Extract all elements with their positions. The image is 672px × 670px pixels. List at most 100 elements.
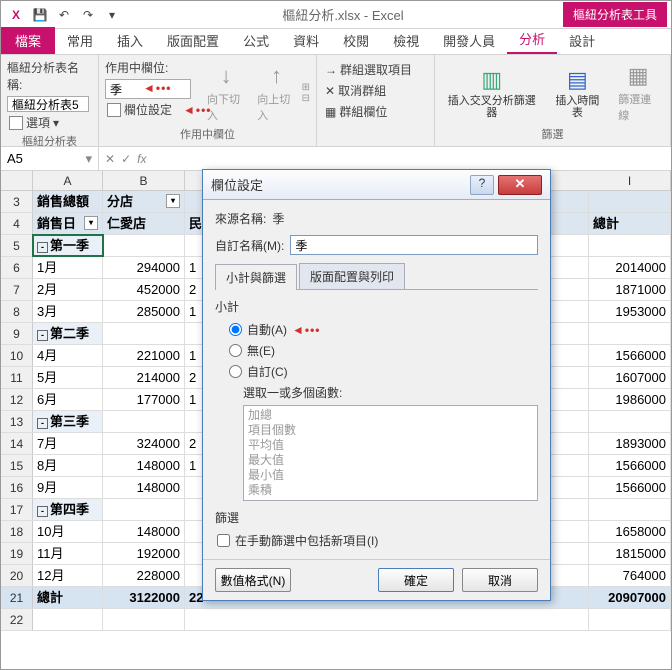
table-row[interactable]: 22 [1, 609, 671, 631]
cell[interactable]: 1658000 [589, 521, 671, 542]
tab-review[interactable]: 校閱 [331, 27, 381, 54]
redo-icon[interactable]: ↷ [77, 4, 99, 26]
cell[interactable]: 1986000 [589, 389, 671, 410]
cell[interactable]: 分店▾ [103, 191, 185, 212]
cell[interactable]: 764000 [589, 565, 671, 586]
cell[interactable]: 8月 [33, 455, 103, 476]
cell[interactable]: 10月 [33, 521, 103, 542]
cell[interactable] [103, 323, 185, 344]
cell[interactable]: 1607000 [589, 367, 671, 388]
row-header[interactable]: 18 [1, 521, 33, 542]
tab-subtotals-filters[interactable]: 小計與篩選 [215, 264, 297, 290]
undo-icon[interactable]: ↶ [53, 4, 75, 26]
cell[interactable]: 452000 [103, 279, 185, 300]
cell[interactable] [589, 411, 671, 432]
save-icon[interactable]: 💾 [29, 4, 51, 26]
row-header[interactable]: 21 [1, 587, 33, 608]
col-header-B[interactable]: B [103, 171, 185, 190]
cell[interactable]: 294000 [103, 257, 185, 278]
row-header[interactable]: 22 [1, 609, 33, 630]
cell[interactable] [103, 411, 185, 432]
row-header[interactable]: 16 [1, 477, 33, 498]
row-header[interactable]: 19 [1, 543, 33, 564]
collapse-icon[interactable]: ⊟ [302, 93, 310, 104]
select-all-corner[interactable] [1, 171, 33, 190]
cell[interactable]: 228000 [103, 565, 185, 586]
row-header[interactable]: 6 [1, 257, 33, 278]
cell[interactable]: 214000 [103, 367, 185, 388]
tab-home[interactable]: 常用 [55, 27, 105, 54]
radio-auto[interactable]: 自動(A)◄••• [229, 321, 538, 338]
cell[interactable]: 3122000 [103, 587, 185, 608]
row-header[interactable]: 10 [1, 345, 33, 366]
cell[interactable]: -第二季 [33, 323, 103, 344]
row-header[interactable]: 8 [1, 301, 33, 322]
dialog-help-button[interactable]: ? [470, 175, 494, 195]
tab-view[interactable]: 檢視 [381, 27, 431, 54]
cell[interactable]: 1566000 [589, 477, 671, 498]
cell[interactable] [589, 499, 671, 520]
cell[interactable] [589, 323, 671, 344]
row-header[interactable]: 3 [1, 191, 33, 212]
tab-analyze[interactable]: 分析 [507, 25, 557, 54]
row-header[interactable]: 17 [1, 499, 33, 520]
group-field-button[interactable]: ▦ 群組欄位 [323, 101, 428, 122]
cell[interactable]: 4月 [33, 345, 103, 366]
col-header-A[interactable]: A [33, 171, 103, 190]
radio-none[interactable]: 無(E) [229, 342, 538, 359]
custom-name-input[interactable] [290, 235, 538, 255]
row-header[interactable]: 13 [1, 411, 33, 432]
tab-formula[interactable]: 公式 [231, 27, 281, 54]
cell[interactable]: 148000 [103, 455, 185, 476]
cell[interactable]: -第三季 [33, 411, 103, 432]
cell[interactable]: -第四季 [33, 499, 103, 520]
cell[interactable] [33, 609, 103, 630]
cell[interactable]: 324000 [103, 433, 185, 454]
cell[interactable]: 177000 [103, 389, 185, 410]
cell[interactable]: 銷售日▾ [33, 213, 103, 234]
cell[interactable]: 148000 [103, 477, 185, 498]
cell[interactable]: 1566000 [589, 455, 671, 476]
expand-icon[interactable]: ⊞ [302, 82, 310, 93]
radio-custom[interactable]: 自訂(C) [229, 363, 538, 380]
dialog-title-bar[interactable]: 欄位設定 ? ✕ [203, 170, 550, 200]
filter-dropdown[interactable]: ▾ [166, 194, 180, 208]
cell[interactable]: 12月 [33, 565, 103, 586]
cell[interactable]: 2月 [33, 279, 103, 300]
cell[interactable]: 仁愛店 [103, 213, 185, 234]
row-header[interactable]: 9 [1, 323, 33, 344]
outline-toggle[interactable]: - [37, 330, 48, 341]
row-header[interactable]: 14 [1, 433, 33, 454]
cell[interactable]: 2014000 [589, 257, 671, 278]
row-header[interactable]: 4 [1, 213, 33, 234]
outline-toggle[interactable]: - [37, 242, 48, 253]
name-box[interactable]: A5▾ [1, 147, 99, 170]
field-settings-button[interactable]: 欄位設定◄••• [105, 99, 201, 120]
cell[interactable]: 1871000 [589, 279, 671, 300]
cell[interactable]: 192000 [103, 543, 185, 564]
cancel-formula-icon[interactable]: ✕ [105, 152, 115, 166]
cell[interactable]: 20907000 [589, 587, 671, 608]
cell[interactable]: 6月 [33, 389, 103, 410]
number-format-button[interactable]: 數值格式(N) [215, 568, 291, 592]
cell[interactable]: 221000 [103, 345, 185, 366]
row-header[interactable]: 11 [1, 367, 33, 388]
tab-developer[interactable]: 開發人員 [431, 27, 507, 54]
pivot-name-input[interactable] [7, 96, 89, 112]
cell[interactable] [589, 609, 671, 630]
cancel-button[interactable]: 取消 [462, 568, 538, 592]
dialog-close-button[interactable]: ✕ [498, 175, 542, 195]
ok-button[interactable]: 確定 [378, 568, 454, 592]
cell[interactable] [589, 235, 671, 256]
include-new-items-checkbox[interactable]: 在手動篩選中包括新項目(I) [217, 532, 538, 549]
cell[interactable]: -第一季 [33, 235, 103, 256]
cell[interactable]: 285000 [103, 301, 185, 322]
insert-timeline-button[interactable]: ▤插入時間表 [547, 59, 609, 126]
outline-toggle[interactable]: - [37, 418, 48, 429]
excel-icon[interactable]: X [5, 4, 27, 26]
cell[interactable]: 1953000 [589, 301, 671, 322]
cell[interactable] [103, 499, 185, 520]
cell[interactable]: 9月 [33, 477, 103, 498]
col-header-I[interactable]: I [589, 171, 671, 190]
cell[interactable] [103, 609, 185, 630]
